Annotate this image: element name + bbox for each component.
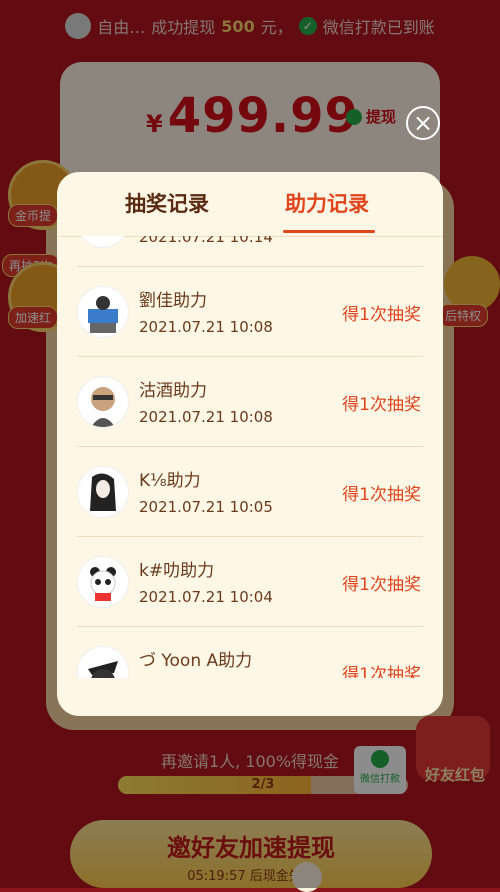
list-item: 劉佳助力 2021.07.21 10:08 得1次抽奖 (77, 266, 423, 357)
avatar (77, 236, 129, 248)
avatar (77, 646, 129, 678)
records-tabs: 抽奖记录 助力记录 (57, 172, 443, 237)
avatar (77, 556, 129, 608)
close-icon: × (412, 109, 434, 137)
active-tab-indicator (283, 230, 375, 233)
list-item: 沽酒助力 2021.07.21 10:08 得1次抽奖 (77, 356, 423, 447)
record-reward: 得1次抽奖 (342, 305, 421, 325)
list-item: K⅛助力 2021.07.21 10:05 得1次抽奖 (77, 446, 423, 537)
record-time: 2021.07.21 10:08 (139, 408, 273, 426)
record-time: 2021.07.21 10:04 (139, 588, 273, 606)
record-reward: 得1次抽奖 (342, 395, 421, 415)
record-name: づ Yoon A助力 (139, 651, 253, 671)
record-name: k#叻助力 (139, 561, 215, 581)
tab-help-records[interactable]: 助力记录 (285, 188, 369, 218)
record-name: 沽酒助力 (139, 381, 207, 401)
list-item: づ Yoon A助力 得1次抽奖 (77, 626, 423, 678)
help-records-list[interactable]: 2021.07.21 10:14 劉佳助力 2021.07.21 10:08 得… (57, 236, 443, 678)
record-reward: 得1次抽奖 (342, 485, 421, 505)
record-name: 劉佳助力 (139, 291, 207, 311)
record-time: 2021.07.21 10:08 (139, 318, 273, 336)
record-name: K⅛助力 (139, 471, 201, 491)
record-time: 2021.07.21 10:05 (139, 498, 273, 516)
avatar (77, 286, 129, 338)
tab-lottery-records[interactable]: 抽奖记录 (125, 188, 209, 218)
record-time: 2021.07.21 10:14 (139, 236, 273, 246)
records-modal: 抽奖记录 助力记录 2021.07.21 10:14 劉佳助力 2021.07.… (57, 172, 443, 716)
list-item: 2021.07.21 10:14 (77, 236, 423, 267)
list-item: k#叻助力 2021.07.21 10:04 得1次抽奖 (77, 536, 423, 627)
close-button[interactable]: × (406, 106, 440, 140)
record-reward: 得1次抽奖 (342, 575, 421, 595)
record-reward: 得1次抽奖 (342, 665, 421, 678)
avatar (77, 376, 129, 428)
avatar (77, 466, 129, 518)
